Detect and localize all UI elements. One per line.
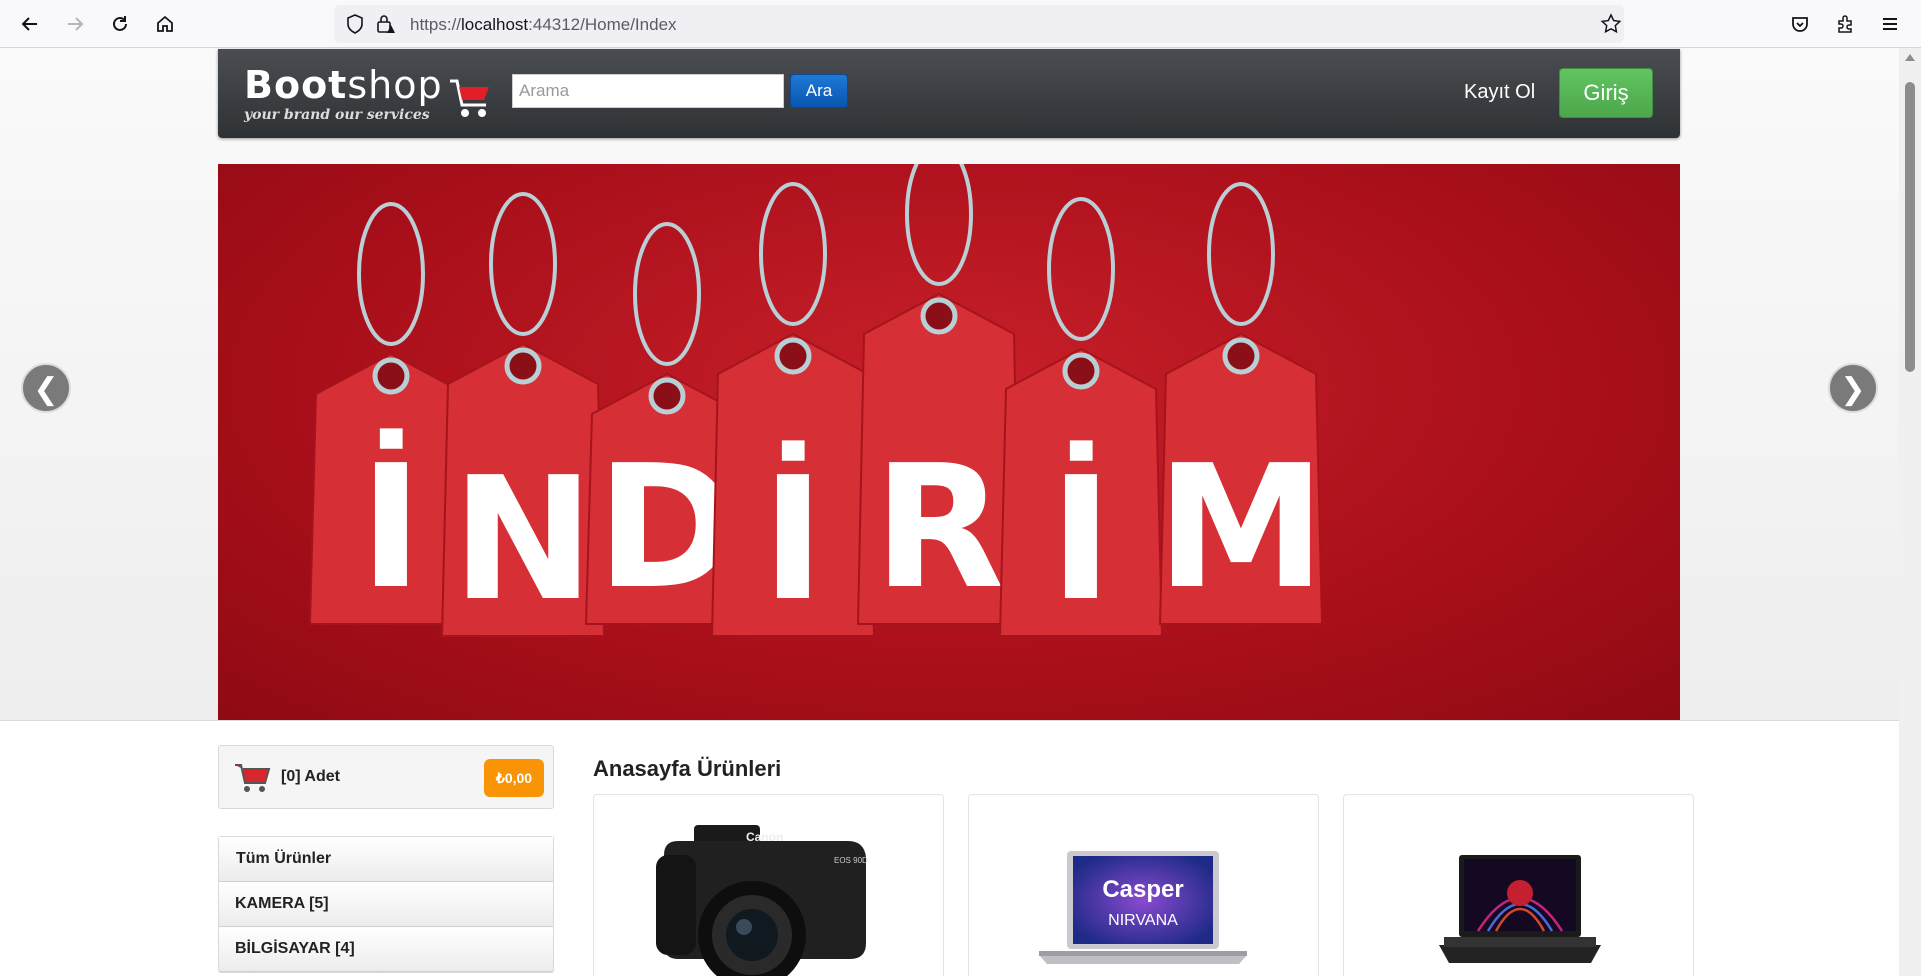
scroll-up-arrow-icon[interactable]	[1905, 54, 1915, 61]
banner-tag: M	[1156, 182, 1326, 627]
banner-tag: İ	[710, 182, 876, 639]
address-bar[interactable]: https://localhost:44312/Home/Index	[334, 5, 1624, 43]
shopping-cart-icon	[450, 79, 489, 117]
slider-prev-button[interactable]: ❮	[21, 363, 71, 413]
forward-arrow-icon[interactable]	[61, 10, 89, 38]
camera-model-label: EOS 90D	[834, 856, 868, 865]
banner-tag: İ	[998, 197, 1164, 639]
laptop-brand-label: Casper	[1102, 876, 1183, 903]
category-list: Tüm Ürünler KAMERA [5] BİLGİSAYAR [4]	[218, 836, 554, 973]
back-arrow-icon[interactable]	[16, 10, 44, 38]
site-navbar: Bootshop your brand our services Ara Kay…	[218, 49, 1680, 138]
banner-letter: M	[1156, 429, 1325, 627]
web-page: Bootshop your brand our services Ara Kay…	[0, 48, 1899, 976]
banner-letter: İ	[1049, 440, 1112, 639]
banner-letter: İ	[359, 428, 422, 627]
product-card[interactable]	[1343, 794, 1694, 976]
category-camera[interactable]: KAMERA [5]	[219, 882, 553, 927]
banner-letter: R	[874, 429, 1005, 627]
scrollbar-thumb[interactable]	[1905, 82, 1915, 372]
page-scrollbar[interactable]	[1899, 48, 1921, 976]
section-title: Anasayfa Ürünleri	[593, 756, 782, 781]
camera-brand-label: Canon	[746, 830, 783, 844]
banner-tag: N	[440, 192, 606, 639]
gaming-laptop-product-image	[1439, 855, 1601, 963]
lock-warning-icon[interactable]	[374, 13, 396, 35]
search-button[interactable]: Ara	[790, 74, 848, 108]
banner-letter: N	[452, 441, 594, 639]
camera-product-image: Canon EOS 90D	[656, 825, 868, 976]
category-all-products[interactable]: Tüm Ürünler	[219, 837, 553, 882]
cart-total-badge: ₺0,00	[484, 759, 544, 797]
product-card[interactable]: Casper NIRVANA	[968, 794, 1319, 976]
laptop-model-label: NIRVANA	[1108, 912, 1178, 929]
extensions-icon[interactable]	[1831, 10, 1859, 38]
category-computer[interactable]: BİLGİSAYAR [4]	[219, 927, 553, 972]
shield-icon[interactable]	[344, 13, 366, 35]
menu-icon[interactable]	[1876, 10, 1904, 38]
basket-icon	[235, 764, 271, 792]
pocket-icon[interactable]	[1786, 10, 1814, 38]
bootshop-logo[interactable]: Bootshop your brand our services	[244, 59, 492, 129]
reload-icon[interactable]	[106, 10, 134, 38]
product-card[interactable]: Canon EOS 90D	[593, 794, 944, 976]
register-link[interactable]: Kayıt Ol	[1464, 81, 1535, 104]
cart-count: [0] Adet	[281, 768, 340, 785]
bookmark-star-icon[interactable]	[1600, 13, 1622, 35]
login-button[interactable]: Giriş	[1559, 68, 1653, 118]
browser-toolbar: https://localhost:44312/Home/Index	[0, 0, 1921, 48]
banner-tag: R	[856, 164, 1022, 627]
search-input[interactable]	[512, 74, 784, 108]
banner-letter: İ	[761, 440, 824, 639]
banner-slider[interactable]: İNDİRİM	[218, 164, 1680, 720]
cart-summary[interactable]: [0] Adet ₺0,00	[218, 745, 554, 809]
discount-banner-image: İNDİRİM	[308, 164, 1326, 639]
laptop-product-image: Casper NIRVANA	[1039, 851, 1247, 964]
slider-next-button[interactable]: ❯	[1828, 363, 1878, 413]
url-text[interactable]: https://localhost:44312/Home/Index	[410, 15, 677, 35]
home-icon[interactable]	[151, 10, 179, 38]
